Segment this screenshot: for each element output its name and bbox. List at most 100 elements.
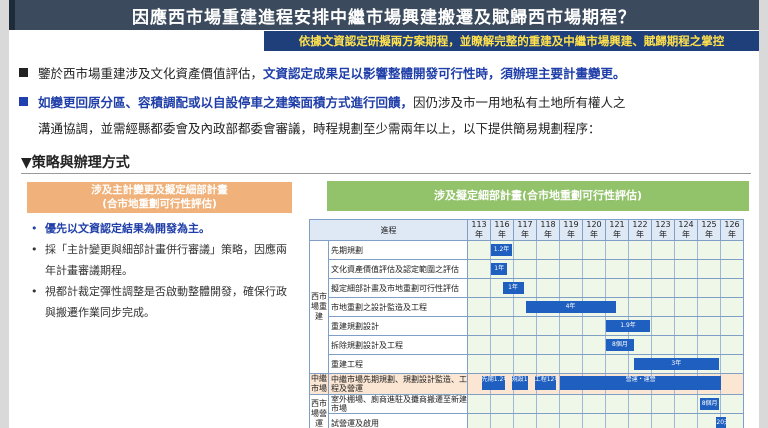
gantt-task-label: 室外棚場、廁商進駐及攤商搬遷至新建市場 [328, 394, 468, 414]
gantt-grid-line [720, 241, 721, 259]
gantt-header-label: 進程 [309, 219, 468, 241]
paragraph-1-highlight: 文資認定成果足以影響整體開發可行性時，須辦理主要計畫變更。 [263, 66, 626, 81]
gantt-grid-line [490, 414, 491, 428]
gantt-grid-line [651, 317, 652, 335]
gantt-row: 拆除規劃設計及工程 8個月 [310, 335, 744, 355]
gantt-grid-line [720, 395, 721, 413]
strategy-heading: ▼策略與辦理方式 [21, 155, 130, 171]
paragraph-2-highlight: 如變更回原分區、容積調配或以自設停車之建築面積方式進行回饋， [38, 95, 414, 110]
gantt-task-label: 中繼市場先期規劃、規劃設計監造、工程及營運 [328, 373, 468, 395]
gantt-timeline: 1年 [467, 259, 744, 279]
title-bar: 因應西市場重建進程安排中繼市場興建搬遷及賦歸西市場期程？ [9, 0, 759, 30]
gantt-bar: 4年 [525, 301, 616, 313]
gantt-grid-line [628, 279, 629, 297]
gantt-bar: 1.2年 [491, 244, 512, 256]
gantt-grid-line [720, 336, 721, 354]
gantt-grid-line [674, 395, 675, 413]
gantt-task-label: 重建工程 [328, 354, 468, 374]
gantt-row: 中繼市場中繼市場先期規劃、規劃設計監造、工程及營運先期1.2年規設1年工程12年… [309, 373, 744, 395]
gantt-row: 擬定細部計畫及市地重劃可行性評估 1年 [310, 278, 744, 298]
gantt-year-header: 120年 [582, 219, 606, 241]
paragraph-2: 如變更回原分區、容積調配或以自設停車之建築面積方式進行回饋，因仍涉及市一用地私有… [19, 91, 749, 114]
strategy-item-text: 採「主計變更與細部計畫併行審議」策略，因應兩年計畫審議期程。 [45, 243, 287, 277]
page-title: 因應西市場重建進程安排中繼市場興建搬遷及賦歸西市場期程？ [132, 8, 636, 28]
gantt-grid-line [536, 414, 537, 428]
paragraph-2-plain2: 溝通協調，並需經縣都委會及內政部都委會審議，時程規劃至少需兩年以上，以下提供簡易… [38, 121, 601, 136]
page-subtitle: 依據文資認定研擬兩方案期程，並瞭解完整的重建及中繼市場興建、賦歸期程之掌控 [298, 34, 725, 48]
gantt-task-label: 試營運及啟用 [328, 413, 468, 428]
gantt-grid-line [582, 241, 583, 259]
gantt-grid-line [513, 298, 514, 316]
gantt-grid-line [559, 317, 560, 335]
gantt-year-header: 121年 [605, 219, 629, 241]
gantt-row: 文化資產價值評估及認定範圍之評估 1年 [310, 259, 744, 279]
gantt-grid-line [605, 279, 606, 297]
gantt-grid-line [651, 336, 652, 354]
gantt-year-header: 122年 [628, 219, 652, 241]
gantt-year-header: 118年 [536, 219, 560, 241]
gantt-chart: 進程 113年 116年 117年 118年 119年 120年 121年 122年 123年 12… [309, 219, 744, 428]
gantt-task-label: 先期規劃 [328, 240, 468, 260]
gantt-group-label: 西市場營運 [309, 394, 329, 428]
gantt-bar: 20天 [716, 417, 726, 428]
paragraph-2-cont: 溝通協調，並需經縣都委會及內政部都委會審議，時程規劃至少需兩年以上，以下提供簡易… [38, 117, 753, 140]
gantt-grid-line [559, 336, 560, 354]
gantt-grid-line [628, 355, 629, 373]
gantt-task-label: 拆除規劃設計及工程 [328, 335, 468, 355]
subtitle-bar: 依據文資認定研擬兩方案期程，並瞭解完整的重建及中繼市場興建、賦歸期程之掌控 [264, 31, 759, 51]
divider [21, 173, 751, 174]
gantt-grid-line [582, 414, 583, 428]
gantt-task-label: 文化資產價值評估及認定範圍之評估 [328, 259, 468, 279]
gantt-grid-line [490, 395, 491, 413]
gantt-year-header: 125年 [697, 219, 721, 241]
gantt-grid-line [513, 241, 514, 259]
gantt-bar: 8個月 [700, 398, 719, 410]
gantt-timeline: 先期1.2年規設1年工程12年營運・運營 [467, 373, 744, 395]
gantt-grid-line [513, 317, 514, 335]
gantt-group-label: 西市場重建 [309, 240, 329, 374]
gantt-grid-line [559, 260, 560, 278]
gantt-row: 西市場重建 先期規劃 1.2年 [309, 240, 744, 374]
gantt-grid-line [697, 317, 698, 335]
gantt-timeline: 4年 [467, 297, 744, 317]
gantt-year-header: 126年 [720, 219, 744, 241]
gantt-grid-line [559, 241, 560, 259]
gantt-grid-line [490, 298, 491, 316]
gantt-grid-line [582, 336, 583, 354]
gantt-grid-line [628, 395, 629, 413]
gantt-task-label: 重建規劃設計 [328, 316, 468, 336]
gantt-year-header: 123年 [651, 219, 675, 241]
square-bullet-icon [19, 68, 28, 77]
strategy-item-text: 視都計裁定彈性調整是否啟動整體開發，確保行政與搬遷作業同步完成。 [45, 285, 287, 319]
gantt-timeline: 3年 [467, 354, 744, 374]
gantt-task-label: 市地重劃之設計監造及工程 [328, 297, 468, 317]
gantt-bar: 1年 [502, 282, 524, 294]
gantt-grid-line [582, 279, 583, 297]
gantt-grid-line [605, 395, 606, 413]
gantt-grid-line [697, 298, 698, 316]
gantt-grid-line [674, 279, 675, 297]
right-box-header: 涉及擬定細部計畫(合市地重劃可行性評估) [327, 181, 749, 211]
gantt-grid-line [697, 279, 698, 297]
left-box-line2: (合市地重劃可行性評估) [102, 198, 217, 210]
square-bullet-icon [19, 97, 28, 106]
gantt-row: 重建工程 3年 [310, 354, 744, 374]
gantt-row: 西市場營運 室外棚場、廁商進駐及攤商搬遷至新建市場 8個月 [309, 394, 744, 428]
gantt-grid-line [674, 241, 675, 259]
gantt-row: 試營運及啟用 20天 [310, 413, 744, 428]
gantt-timeline: 1年 [467, 278, 744, 298]
gantt-timeline: 1.9年 [467, 316, 744, 336]
gantt-grid-line [490, 355, 491, 373]
gantt-bar: 先期1.2年 [481, 376, 506, 390]
gantt-grid-line [674, 298, 675, 316]
gantt-grid-line [697, 241, 698, 259]
strategy-item: • 優先以文資認定結果為開發為主。 [31, 218, 296, 239]
gantt-grid-line [697, 260, 698, 278]
gantt-task-label: 擬定細部計畫及市地重劃可行性評估 [328, 278, 468, 298]
gantt-timeline: 1.2年 [467, 240, 744, 260]
paragraph-2-plain1: 因仍涉及市一用地私有土地所有權人之 [413, 95, 626, 110]
gantt-grid-line [697, 395, 698, 413]
gantt-grid-line [582, 317, 583, 335]
gantt-grid-line [720, 298, 721, 316]
gantt-grid-line [536, 241, 537, 259]
